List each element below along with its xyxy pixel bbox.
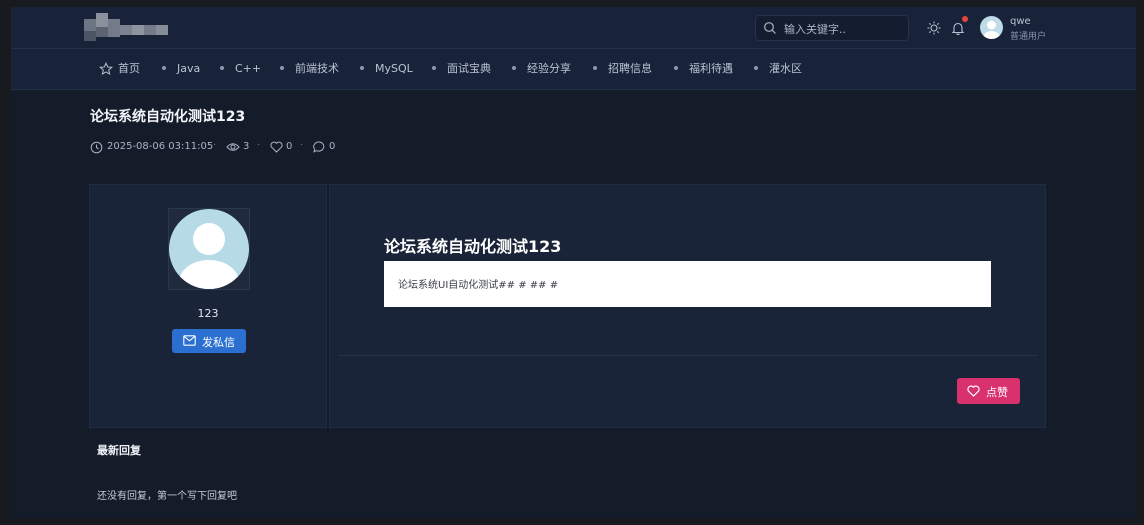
views-count: 3 [243, 141, 250, 152]
send-message-button[interactable]: 发私信 [172, 329, 246, 353]
user-name[interactable]: qwe [1010, 16, 1031, 27]
nav-item-mysql[interactable]: MySQL [360, 49, 413, 89]
user-silhouette-icon [983, 20, 1000, 39]
search-icon [764, 22, 776, 34]
nav-label: 前端技术 [295, 62, 339, 75]
post-content-card: 论坛系统自动化测试123 论坛系统UI自动化测试## # ## # 点赞 [329, 184, 1046, 428]
nav-item-frontend[interactable]: 前端技术 [280, 49, 339, 89]
heart-icon [967, 385, 980, 397]
top-header: qwe 普通用户 [11, 7, 1136, 49]
divider [338, 355, 1038, 356]
clock-icon [90, 141, 103, 154]
author-name[interactable]: 123 [90, 307, 326, 320]
author-avatar[interactable] [168, 208, 250, 290]
nav-label: 灌水区 [769, 62, 802, 75]
nav-item-cpp[interactable]: C++ [220, 49, 261, 89]
bullet-icon [512, 66, 516, 70]
sun-icon[interactable] [927, 21, 941, 35]
like-button[interactable]: 点赞 [957, 378, 1020, 404]
post-date-text: 2025-08-06 03:11:05 [107, 141, 214, 152]
user-silhouette-icon [179, 223, 239, 289]
category-nav: 首页 Java C++ 前端技术 MySQL 面试宝典 经验分享 招聘信息 福利… [11, 49, 1136, 90]
nav-label: C++ [235, 62, 262, 75]
replies-heading: 最新回复 [97, 444, 141, 457]
eye-icon [226, 143, 240, 151]
bullet-icon [593, 66, 597, 70]
nav-label: MySQL [375, 62, 413, 75]
author-card: 123 发私信 [89, 184, 327, 428]
nav-item-java[interactable]: Java [162, 49, 200, 89]
post-likes: 0 [270, 140, 292, 154]
comments-count: 0 [329, 141, 336, 152]
bullet-icon [674, 66, 678, 70]
nav-label: 面试宝典 [447, 62, 491, 75]
send-message-label: 发私信 [202, 336, 235, 349]
user-avatar[interactable] [980, 16, 1003, 39]
bullet-icon [220, 66, 224, 70]
meta-separator: · [213, 140, 217, 151]
heart-icon [270, 141, 283, 153]
mail-icon [183, 335, 196, 346]
search-box[interactable] [755, 15, 909, 41]
nav-label: 首页 [118, 62, 140, 75]
nav-item-chat[interactable]: 灌水区 [754, 49, 802, 89]
post-views: 3 [226, 140, 249, 154]
bullet-icon [360, 66, 364, 70]
nav-item-experience[interactable]: 经验分享 [512, 49, 571, 89]
app-frame: qwe 普通用户 首页 Java C++ 前端技术 MySQL 面试宝典 经验分… [11, 7, 1136, 518]
post-comments: 0 [313, 140, 335, 154]
site-logo[interactable] [84, 13, 170, 43]
content-body: 论坛系统UI自动化测试## # ## # [384, 261, 991, 307]
search-input[interactable] [782, 19, 908, 39]
nav-label: 经验分享 [527, 62, 571, 75]
nav-item-benefits[interactable]: 福利待遇 [674, 49, 733, 89]
page-title: 论坛系统自动化测试123 [90, 109, 246, 125]
content-title: 论坛系统自动化测试123 [384, 237, 562, 256]
no-replies-text: 还没有回复，第一个写下回复吧 [97, 491, 237, 502]
bullet-icon [280, 66, 284, 70]
user-role: 普通用户 [1010, 32, 1047, 42]
like-label: 点赞 [986, 386, 1008, 399]
likes-count: 0 [286, 141, 293, 152]
notification-badge [962, 16, 968, 22]
nav-item-interview[interactable]: 面试宝典 [432, 49, 491, 89]
post-date: 2025-08-06 03:11:05 [90, 140, 213, 154]
star-icon [99, 62, 113, 76]
comment-icon [313, 141, 325, 153]
nav-item-home[interactable]: 首页 [99, 49, 140, 89]
nav-label: Java [177, 62, 201, 75]
meta-separator: · [257, 140, 261, 151]
nav-item-jobs[interactable]: 招聘信息 [593, 49, 652, 89]
nav-label: 招聘信息 [608, 62, 652, 75]
bullet-icon [162, 66, 166, 70]
meta-separator: · [300, 140, 304, 151]
nav-label: 福利待遇 [689, 62, 733, 75]
bullet-icon [754, 66, 758, 70]
bell-icon[interactable] [951, 21, 965, 35]
bullet-icon [432, 66, 436, 70]
